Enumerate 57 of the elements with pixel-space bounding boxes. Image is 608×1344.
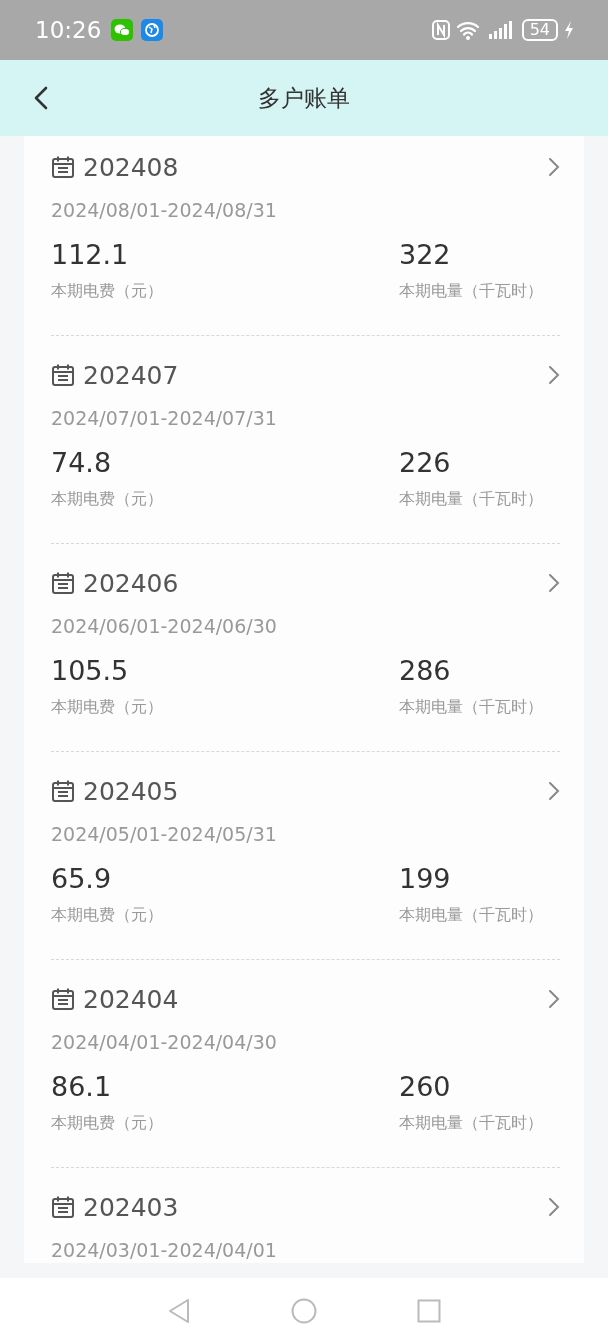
usage-label: 本期电量（千瓦时） (399, 488, 544, 510)
fee-amount: 112.1 (51, 240, 130, 270)
fee-label: 本期电费（元） (51, 904, 164, 926)
bill-period: 2024/06/01-2024/06/30 (51, 614, 278, 639)
fee-label: 本期电费（元） (51, 488, 164, 510)
bill-month[interactable]: 202404 (83, 984, 179, 1014)
fee-amount: 105.5 (51, 656, 130, 686)
status-time: 10:26 (35, 17, 102, 43)
nfc-icon (431, 20, 450, 40)
bill-period: 2024/03/01-2024/04/01 (51, 1238, 278, 1263)
charging-icon (564, 20, 574, 40)
back-icon[interactable] (34, 86, 48, 110)
calendar-icon (51, 571, 75, 595)
usage-amount: 199 (399, 864, 452, 894)
bill-month[interactable]: 202407 (83, 360, 179, 390)
globe-app-icon (141, 19, 164, 41)
chevron-right-icon[interactable] (548, 573, 560, 593)
signal-icon (487, 20, 514, 40)
usage-amount: 286 (399, 656, 452, 686)
home-nav-icon[interactable] (291, 1298, 317, 1324)
usage-amount: 322 (399, 240, 452, 270)
fee-label: 本期电费（元） (51, 696, 164, 718)
usage-label: 本期电量（千瓦时） (399, 280, 544, 302)
fee-amount: 86.1 (51, 1072, 113, 1102)
bill-month[interactable]: 202403 (83, 1192, 179, 1222)
chevron-right-icon[interactable] (548, 157, 560, 177)
calendar-icon (51, 987, 75, 1011)
usage-label: 本期电量（千瓦时） (399, 1112, 544, 1134)
usage-amount: 226 (399, 448, 452, 478)
fee-amount: 65.9 (51, 864, 113, 894)
chevron-right-icon[interactable] (548, 989, 560, 1009)
battery-level: 54 (521, 19, 558, 41)
bill-month[interactable]: 202405 (83, 776, 179, 806)
bill-month[interactable]: 202406 (83, 568, 179, 598)
chat-app-icon (111, 19, 134, 41)
usage-amount: 260 (399, 1072, 452, 1102)
chevron-right-icon[interactable] (548, 1197, 560, 1217)
fee-label: 本期电费（元） (51, 1112, 164, 1134)
page-title: 多户账单 (258, 83, 350, 113)
chevron-right-icon[interactable] (548, 365, 560, 385)
bill-period: 2024/08/01-2024/08/31 (51, 198, 278, 223)
usage-label: 本期电量（千瓦时） (399, 696, 544, 718)
calendar-icon (51, 1195, 75, 1219)
bill-period: 2024/07/01-2024/07/31 (51, 406, 278, 431)
wifi-icon (455, 20, 482, 40)
chevron-right-icon[interactable] (548, 781, 560, 801)
bill-period: 2024/05/01-2024/05/31 (51, 822, 278, 847)
fee-label: 本期电费（元） (51, 280, 164, 302)
recents-nav-icon[interactable] (417, 1299, 441, 1323)
calendar-icon (51, 363, 75, 387)
usage-label: 本期电量（千瓦时） (399, 904, 544, 926)
calendar-icon (51, 779, 75, 803)
calendar-icon (51, 155, 75, 179)
bill-period: 2024/04/01-2024/04/30 (51, 1030, 278, 1055)
fee-amount: 74.8 (51, 448, 113, 478)
bill-month[interactable]: 202408 (83, 152, 179, 182)
back-nav-icon[interactable] (167, 1298, 191, 1324)
